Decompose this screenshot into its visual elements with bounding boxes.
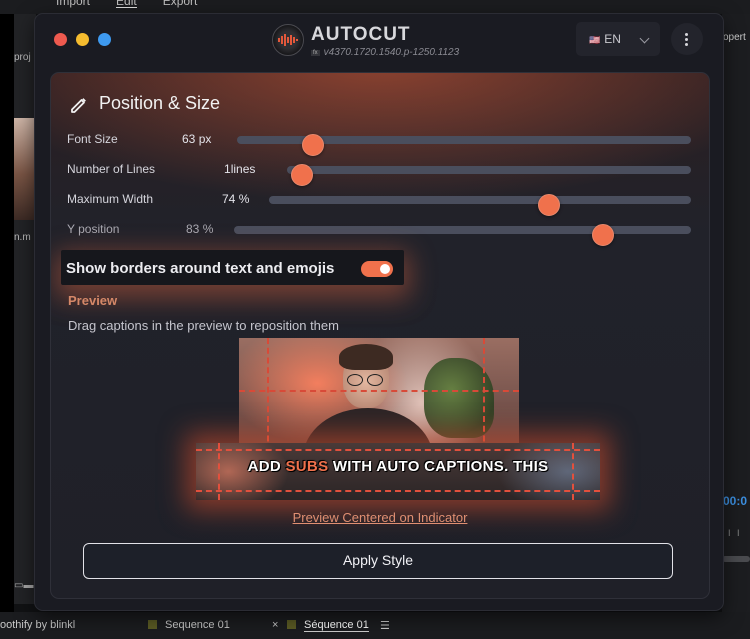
maximum-width-slider[interactable] xyxy=(269,194,691,216)
maximum-width-value: 74 % xyxy=(222,192,249,206)
number-of-lines-slider[interactable] xyxy=(287,164,691,186)
caption-highlight-word: SUBS xyxy=(285,458,329,475)
maximize-window-button[interactable] xyxy=(98,33,111,46)
more-options-button[interactable] xyxy=(671,23,703,55)
pencil-icon xyxy=(71,98,86,113)
preview-centered-link[interactable]: Preview Centered on Indicator xyxy=(51,510,709,525)
host-tab-close-icon[interactable]: × xyxy=(272,619,278,631)
font-size-slider-thumb[interactable] xyxy=(302,134,325,156)
y-position-value: 83 % xyxy=(186,222,213,236)
host-ticks: I I xyxy=(728,528,742,538)
host-tab-sequence-active[interactable]: Séquence 01 xyxy=(287,619,369,632)
maximum-width-slider-thumb[interactable] xyxy=(538,194,561,216)
host-menu-export[interactable]: Export xyxy=(163,0,198,8)
host-project-panel xyxy=(14,14,36,604)
maximum-width-number: 74 xyxy=(222,192,236,206)
maximum-width-unit: % xyxy=(238,192,250,206)
border-toggle-label: Show borders around text and emojis xyxy=(66,260,335,277)
position-size-panel: Position & Size Font Size 63 px Number o… xyxy=(50,72,710,599)
language-selector[interactable]: 🇺🇸 EN xyxy=(576,22,660,56)
font-size-number: 63 xyxy=(182,132,196,146)
number-of-lines-number: 1 xyxy=(224,162,231,176)
host-project-label: proj xyxy=(14,52,31,63)
caption-guide-top xyxy=(196,449,600,451)
host-properties-label: opert xyxy=(723,32,746,43)
more-dot-icon xyxy=(685,38,688,41)
host-timeline-tabs: oothify by blinkl Sequence 01 × Séquence… xyxy=(0,612,750,639)
autocut-logo-icon xyxy=(272,24,304,56)
autocut-window: AUTOCUT fx v4370.1720.1540.p-1250.1123 🇺🇸… xyxy=(35,14,723,610)
host-panel-icon[interactable]: ▭▬ xyxy=(14,580,33,591)
preview-person-hair xyxy=(339,344,393,370)
host-right-panel xyxy=(722,14,750,614)
host-file-label: n.m xyxy=(14,232,31,243)
more-dot-icon xyxy=(685,33,688,36)
y-position-row: Y position 83 % xyxy=(67,219,697,246)
close-window-button[interactable] xyxy=(54,33,67,46)
y-position-label: Y position xyxy=(67,222,120,236)
waveform-icon xyxy=(278,34,298,46)
preview-guide-top xyxy=(239,390,519,392)
us-flag-icon: 🇺🇸 xyxy=(589,35,601,45)
y-position-number: 83 xyxy=(186,222,200,236)
minimize-window-button[interactable] xyxy=(76,33,89,46)
host-zoom-slider[interactable] xyxy=(722,556,750,562)
preview-title: Preview xyxy=(68,293,118,308)
border-toggle-switch[interactable] xyxy=(361,261,393,277)
sequence-color-icon xyxy=(287,620,296,629)
more-dot-icon xyxy=(685,43,688,46)
app-version: fx v4370.1720.1540.p-1250.1123 xyxy=(311,47,459,58)
version-badge: fx xyxy=(311,50,320,56)
apply-style-button[interactable]: Apply Style xyxy=(83,543,673,579)
host-menu: Import Edit Export xyxy=(0,0,197,8)
y-position-unit: % xyxy=(202,222,214,236)
number-of-lines-slider-thumb[interactable] xyxy=(290,164,313,186)
toggle-thumb xyxy=(380,264,390,274)
host-left-edge xyxy=(0,14,14,614)
caption-text-start: ADD xyxy=(247,458,286,475)
host-tab-sequence-active-label: Séquence 01 xyxy=(304,619,369,632)
preview-glasses xyxy=(347,374,385,386)
number-of-lines-value: 1lines xyxy=(224,162,255,176)
version-text: v4370.1720.1540.p-1250.1123 xyxy=(323,47,460,58)
border-toggle-row[interactable]: Show borders around text and emojis xyxy=(61,250,404,285)
host-tab-sequence[interactable]: Sequence 01 xyxy=(148,619,230,631)
chevron-down-icon xyxy=(639,33,650,44)
number-of-lines-row: Number of Lines 1lines xyxy=(67,159,697,186)
preview-subtitle: Drag captions in the preview to repositi… xyxy=(68,318,339,333)
number-of-lines-unit: lines xyxy=(230,162,256,176)
font-size-unit: px xyxy=(198,132,212,146)
sequence-color-icon xyxy=(148,620,157,629)
maximum-width-label: Maximum Width xyxy=(67,192,154,206)
host-menu-import[interactable]: Import xyxy=(56,0,90,8)
host-timecode: 00:0 xyxy=(723,494,748,508)
app-title: AUTOCUT xyxy=(311,24,411,45)
maximum-width-row: Maximum Width 74 % xyxy=(67,189,697,216)
language-label: EN xyxy=(604,32,621,46)
host-media-thumbnail[interactable] xyxy=(14,118,34,220)
font-size-row: Font Size 63 px xyxy=(67,129,697,156)
font-size-label: Font Size xyxy=(67,132,118,146)
font-size-slider[interactable] xyxy=(237,134,691,156)
host-menu-edit[interactable]: Edit xyxy=(116,0,137,8)
number-of-lines-label: Number of Lines xyxy=(67,162,156,176)
preview-centered-link-text[interactable]: Preview Centered on Indicator xyxy=(293,510,468,525)
caption-guide-bottom xyxy=(196,490,600,492)
caption-text[interactable]: ADD SUBS WITH AUTO CAPTIONS. THIS xyxy=(196,458,600,475)
title-bar: AUTOCUT fx v4370.1720.1540.p-1250.1123 🇺🇸… xyxy=(35,14,723,72)
y-position-slider[interactable] xyxy=(234,224,691,246)
caption-text-end: WITH AUTO CAPTIONS. THIS xyxy=(328,458,549,475)
font-size-value: 63 px xyxy=(182,132,211,146)
panel-title: Position & Size xyxy=(99,93,221,113)
host-tab-sequence-label: Sequence 01 xyxy=(165,619,230,631)
y-position-slider-thumb[interactable] xyxy=(592,224,615,246)
host-tab-plugin[interactable]: oothify by blinkl xyxy=(0,619,75,631)
host-tab-menu-icon[interactable]: ☰ xyxy=(380,619,390,632)
caption-preview-strip[interactable]: ADD SUBS WITH AUTO CAPTIONS. THIS xyxy=(196,443,600,500)
